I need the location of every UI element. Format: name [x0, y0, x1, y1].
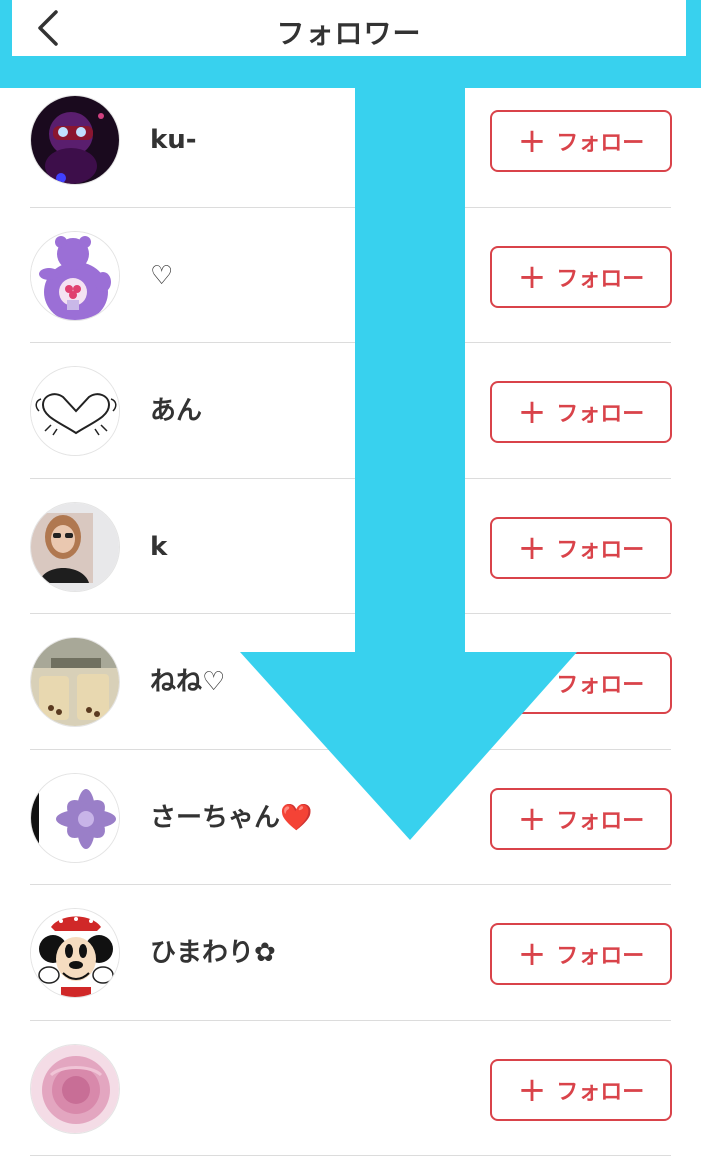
follower-row: k + フォロー	[0, 479, 701, 615]
plus-icon: +	[518, 1073, 547, 1107]
follow-button[interactable]: + フォロー	[490, 246, 672, 308]
follow-label: フォロー	[556, 803, 644, 835]
follow-label: フォロー	[556, 532, 644, 564]
follow-label: フォロー	[556, 667, 644, 699]
username[interactable]: ku-	[150, 122, 197, 158]
follow-label: フォロー	[556, 125, 644, 157]
follow-button[interactable]: + フォロー	[490, 517, 672, 579]
follower-row: + フォロー	[0, 1021, 701, 1156]
avatar[interactable]	[30, 908, 120, 998]
username[interactable]: k	[150, 529, 167, 565]
plus-icon: +	[518, 937, 547, 971]
follow-button[interactable]: + フォロー	[490, 923, 672, 985]
follow-button[interactable]: + フォロー	[490, 381, 672, 443]
avatar[interactable]	[30, 773, 120, 863]
follower-row: ku- + フォロー	[0, 72, 701, 208]
follow-label: フォロー	[556, 396, 644, 428]
follow-button[interactable]: + フォロー	[490, 1059, 672, 1121]
page-title: フォロワー	[12, 12, 686, 52]
plus-icon: +	[518, 802, 547, 836]
plus-icon: +	[518, 260, 547, 294]
username[interactable]: ひまわり✿	[150, 935, 276, 971]
plus-icon: +	[518, 395, 547, 429]
username[interactable]: あん	[150, 393, 202, 429]
username[interactable]: ねね♡	[150, 664, 225, 700]
avatar[interactable]	[30, 637, 120, 727]
avatar[interactable]	[30, 95, 120, 185]
plus-icon: +	[518, 666, 547, 700]
follower-row: ひまわり✿ + フォロー	[0, 885, 701, 1021]
follow-label: フォロー	[556, 938, 644, 970]
avatar[interactable]	[30, 366, 120, 456]
follow-label: フォロー	[556, 261, 644, 293]
follower-row: ♡ + フォロー	[0, 208, 701, 344]
follow-button[interactable]: + フォロー	[490, 788, 672, 850]
follower-row: あん + フォロー	[0, 343, 701, 479]
username[interactable]: ♡	[150, 258, 173, 294]
follow-button[interactable]: + フォロー	[490, 652, 672, 714]
follower-list: ku- + フォロー	[0, 72, 701, 1156]
follower-row: さーちゃん❤️ + フォロー	[0, 750, 701, 886]
follow-label: フォロー	[556, 1074, 644, 1106]
avatar[interactable]	[30, 1044, 120, 1134]
avatar[interactable]	[30, 502, 120, 592]
avatar[interactable]	[30, 231, 120, 321]
follower-row: ねね♡ + フォロー	[0, 614, 701, 750]
username[interactable]: さーちゃん❤️	[150, 800, 312, 836]
follower-list-screen: フォロワー ku- + フォロー	[0, 0, 701, 1080]
plus-icon: +	[518, 531, 547, 565]
header-bar: フォロワー	[12, 0, 686, 56]
follow-button[interactable]: + フォロー	[490, 110, 672, 172]
plus-icon: +	[518, 124, 547, 158]
